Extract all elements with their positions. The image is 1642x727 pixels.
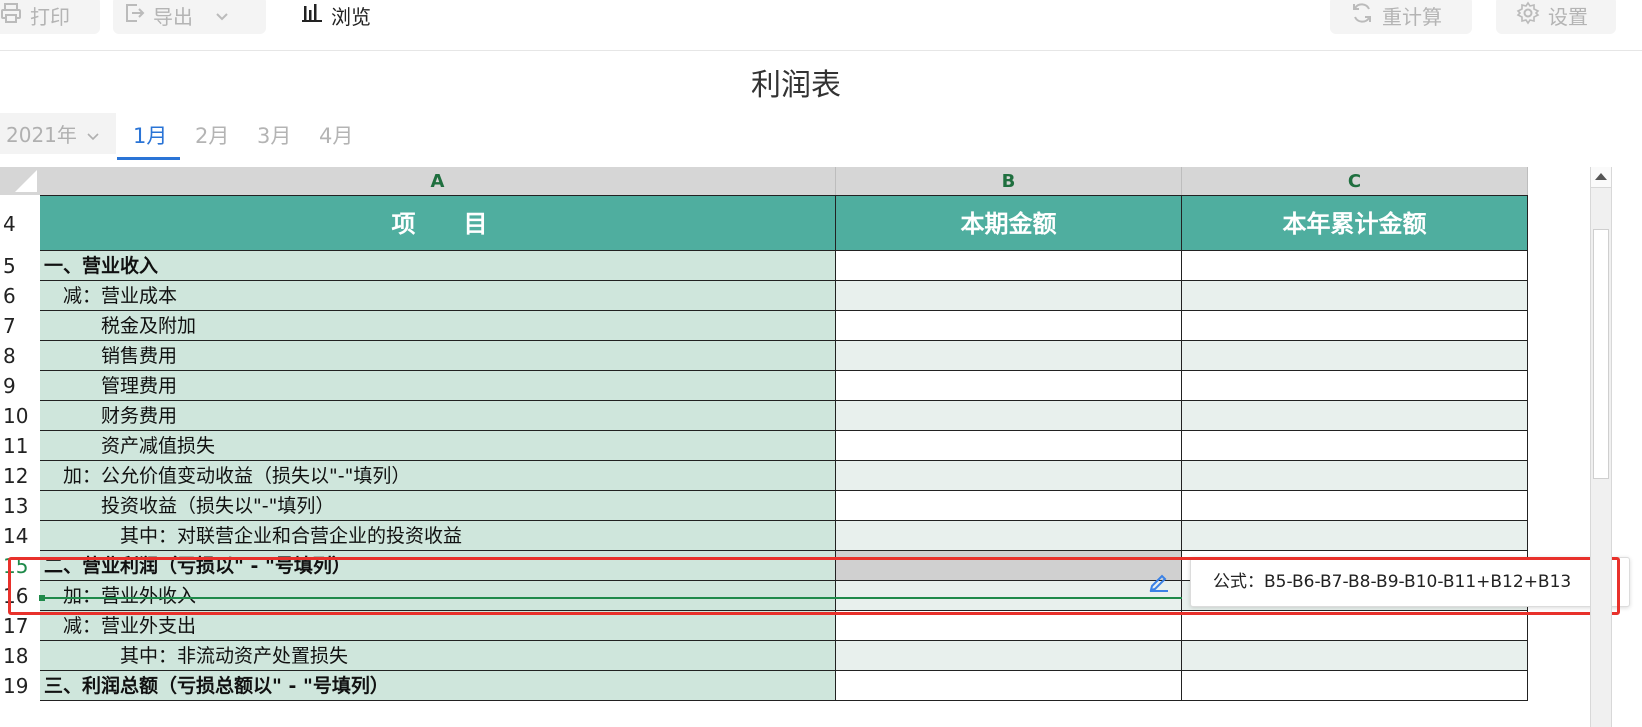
chevron-down-icon	[87, 122, 99, 146]
current-period-cell[interactable]	[836, 431, 1182, 461]
year-to-date-cell[interactable]	[1182, 341, 1528, 371]
header-cell-current-period[interactable]: 本期金额	[836, 195, 1182, 251]
row-number[interactable]: 17	[0, 611, 40, 641]
year-to-date-cell[interactable]	[1182, 281, 1528, 311]
year-to-date-cell[interactable]	[1182, 371, 1528, 401]
row-number[interactable]: 11	[0, 431, 40, 461]
year-to-date-cell[interactable]	[1182, 491, 1528, 521]
year-to-date-cell[interactable]	[1182, 641, 1528, 671]
page-title: 利润表	[751, 68, 841, 103]
year-to-date-cell[interactable]	[1182, 431, 1528, 461]
scrollbar-thumb[interactable]	[1593, 229, 1609, 479]
row-number[interactable]: 10	[0, 401, 40, 431]
row-number[interactable]: 13	[0, 491, 40, 521]
year-to-date-cell[interactable]	[1182, 521, 1528, 551]
tab-month-2[interactable]: 2月	[195, 120, 229, 150]
row-number[interactable]: 7	[0, 311, 40, 341]
current-period-cell[interactable]	[836, 671, 1182, 701]
current-period-cell[interactable]	[836, 611, 1182, 641]
browse-button[interactable]: 浏览	[293, 0, 393, 34]
current-period-cell[interactable]	[836, 371, 1182, 401]
item-cell[interactable]: 加：公允价值变动收益（损失以"-"填列）	[40, 461, 836, 491]
row-number[interactable]: 6	[0, 281, 40, 311]
tab-month-1[interactable]: 1月	[133, 120, 167, 150]
item-cell[interactable]: 管理费用	[40, 371, 836, 401]
current-period-cell[interactable]	[836, 521, 1182, 551]
export-icon	[123, 2, 145, 29]
tab-month-3[interactable]: 3月	[257, 120, 291, 150]
item-cell[interactable]: 一、营业收入	[40, 251, 836, 281]
current-period-cell[interactable]	[836, 281, 1182, 311]
tab-month-4[interactable]: 4月	[319, 120, 353, 150]
select-all-corner[interactable]	[0, 167, 40, 195]
year-to-date-cell[interactable]	[1182, 671, 1528, 701]
current-period-cell[interactable]	[836, 641, 1182, 671]
year-to-date-cell[interactable]	[1182, 461, 1528, 491]
current-period-cell[interactable]	[836, 251, 1182, 281]
gear-icon	[1516, 1, 1540, 30]
item-cell[interactable]: 减：营业外支出	[40, 611, 836, 641]
row-number[interactable]: 12	[0, 461, 40, 491]
year-value: 2021年	[6, 123, 77, 147]
row-number[interactable]: 14	[0, 521, 40, 551]
browse-label: 浏览	[331, 4, 371, 29]
bar-chart-icon	[301, 2, 323, 29]
settings-label: 设置	[1548, 4, 1588, 29]
row-number[interactable]: 8	[0, 341, 40, 371]
item-cell[interactable]: 资产减值损失	[40, 431, 836, 461]
print-button[interactable]: 打印	[0, 0, 100, 34]
active-tab-indicator	[117, 157, 180, 160]
item-cell[interactable]: 税金及附加	[40, 311, 836, 341]
column-header-a[interactable]: A	[40, 167, 836, 195]
year-to-date-cell[interactable]	[1182, 401, 1528, 431]
row-number[interactable]: 19	[0, 671, 40, 701]
current-period-cell[interactable]	[836, 491, 1182, 521]
current-period-cell[interactable]	[836, 461, 1182, 491]
highlight-annotation	[8, 557, 1620, 615]
header-cell-year-to-date[interactable]: 本年累计金额	[1182, 195, 1528, 251]
item-cell[interactable]: 其中：非流动资产处置损失	[40, 641, 836, 671]
year-to-date-cell[interactable]	[1182, 251, 1528, 281]
item-cell[interactable]: 投资收益（损失以"-"填列）	[40, 491, 836, 521]
item-cell[interactable]: 销售费用	[40, 341, 836, 371]
current-period-cell[interactable]	[836, 311, 1182, 341]
vertical-scrollbar[interactable]	[1590, 167, 1612, 727]
current-period-cell[interactable]	[836, 341, 1182, 371]
toolbar: 打印 导出 浏览 重计算 设置	[0, 0, 1642, 51]
print-label: 打印	[30, 4, 70, 29]
item-cell[interactable]: 减：营业成本	[40, 281, 836, 311]
item-cell[interactable]: 三、利润总额（亏损总额以" - "号填列）	[40, 671, 836, 701]
scroll-up-arrow-icon[interactable]	[1591, 167, 1611, 188]
year-to-date-cell[interactable]	[1182, 311, 1528, 341]
item-cell[interactable]: 其中：对联营企业和合营企业的投资收益	[40, 521, 836, 551]
year-to-date-cell[interactable]	[1182, 611, 1528, 641]
row-number[interactable]: 5	[0, 251, 40, 281]
column-header-b[interactable]: B	[836, 167, 1182, 195]
header-cell-item[interactable]: 项 目	[40, 195, 836, 251]
export-label: 导出	[153, 4, 193, 29]
row-number[interactable]: 9	[0, 371, 40, 401]
settings-button[interactable]: 设置	[1496, 0, 1616, 34]
export-button[interactable]: 导出	[113, 0, 266, 34]
recalculate-button[interactable]: 重计算	[1330, 0, 1472, 34]
chevron-down-icon	[215, 3, 229, 27]
row-number[interactable]: 4	[0, 197, 40, 251]
recalc-label: 重计算	[1382, 4, 1442, 29]
year-select[interactable]: 2021年	[0, 113, 116, 154]
printer-icon	[0, 2, 22, 29]
item-cell[interactable]: 财务费用	[40, 401, 836, 431]
row-number[interactable]: 18	[0, 641, 40, 671]
current-period-cell[interactable]	[836, 401, 1182, 431]
refresh-icon	[1350, 1, 1374, 30]
column-header-c[interactable]: C	[1182, 167, 1528, 195]
